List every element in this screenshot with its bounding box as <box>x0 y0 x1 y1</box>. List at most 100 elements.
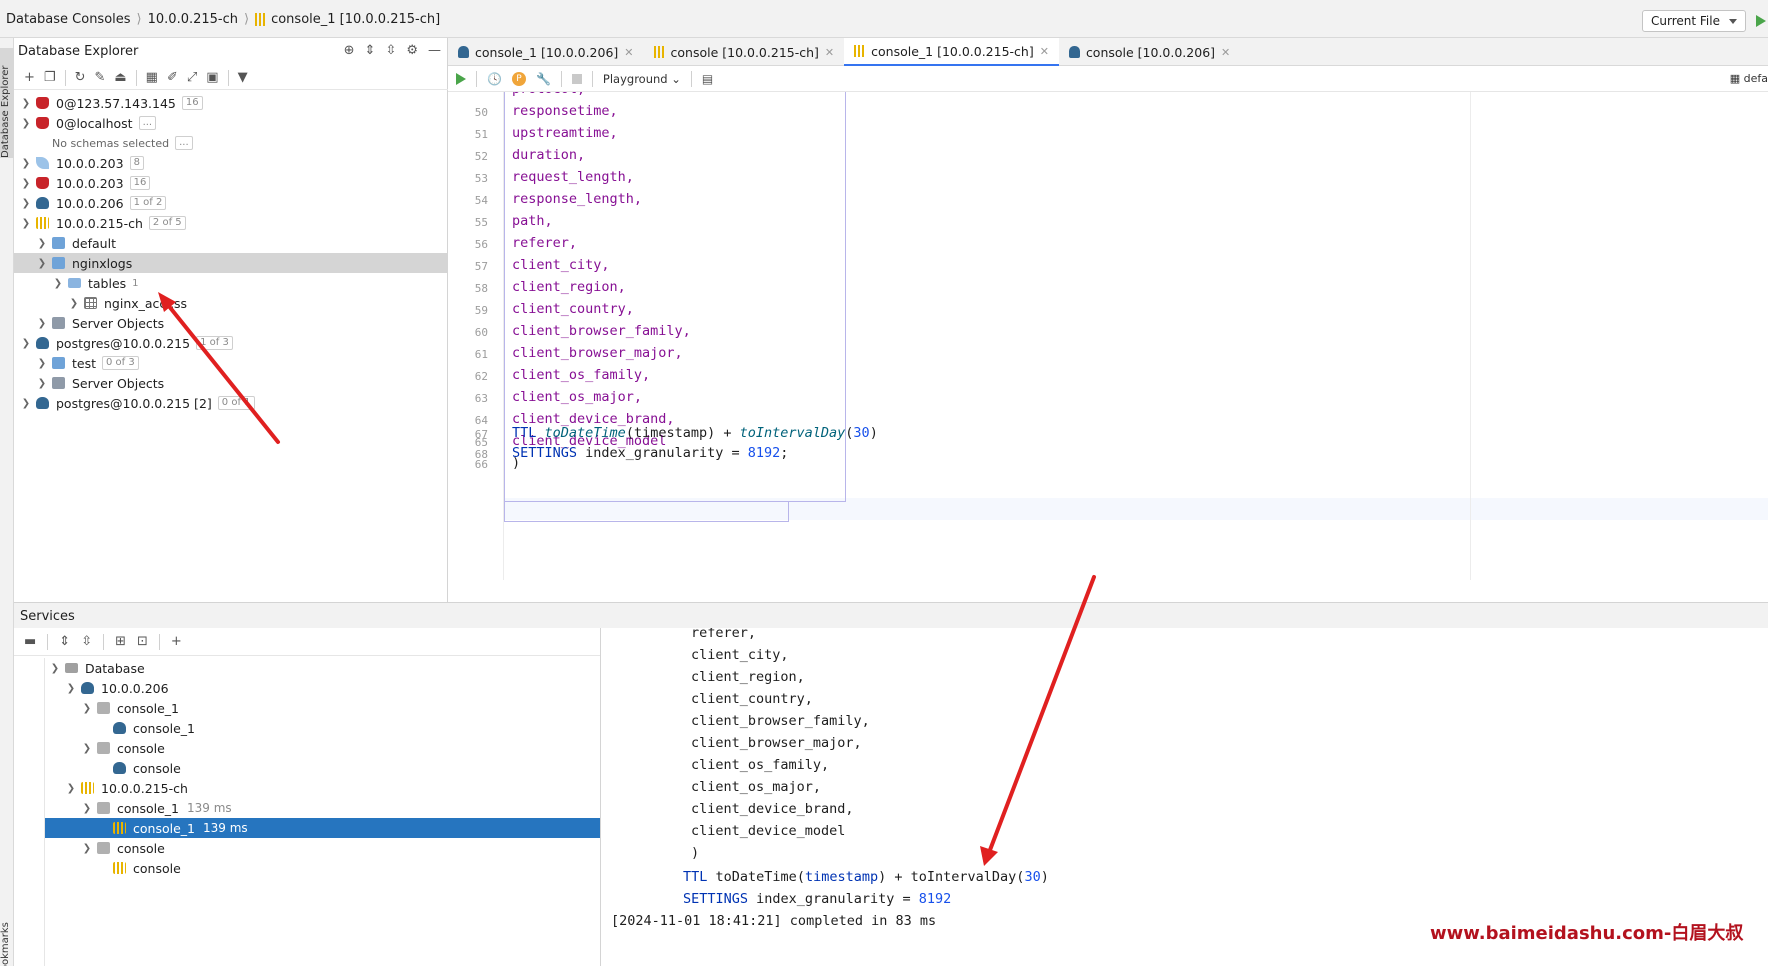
add-service-icon[interactable]: + <box>171 634 182 649</box>
expand-all-icon[interactable]: ⇕ <box>59 634 70 649</box>
tree-node-table-nginx-access[interactable]: ❯ nginx_access <box>14 293 448 313</box>
tree-node-schema-nginxlogs[interactable]: ❯ nginxlogs <box>14 253 448 273</box>
chevron-down-icon[interactable]: ❯ <box>81 803 93 814</box>
sql-editor[interactable]: protocol,responsetime,upstreamtime,durat… <box>448 92 1768 580</box>
chevron-down-icon[interactable]: ❯ <box>81 703 93 714</box>
chevron-down-icon[interactable]: ❯ <box>52 278 64 289</box>
breadcrumb-item[interactable]: 10.0.0.215-ch <box>148 12 238 27</box>
service-node-console-selected[interactable]: console_1 139 ms <box>45 818 600 838</box>
chevron-down-icon[interactable]: ❯ <box>36 258 48 269</box>
layout-icon[interactable]: ▬ <box>24 634 36 649</box>
service-node-session[interactable]: ❯ console <box>45 738 600 758</box>
collapse-all-icon[interactable]: ⇳ <box>385 43 396 58</box>
chevron-down-icon[interactable]: ❯ <box>20 118 32 129</box>
expand-all-icon[interactable]: ⇕ <box>365 43 376 58</box>
chevron-down-icon[interactable]: ❯ <box>20 338 32 349</box>
services-panel-title: Services <box>14 602 1768 628</box>
service-node-session[interactable]: ❯ console_1 <box>45 698 600 718</box>
service-node-session[interactable]: ❯ console_1 139 ms <box>45 798 600 818</box>
chevron-right-icon[interactable]: ❯ <box>36 378 48 389</box>
tree-node-datasource[interactable]: ❯ 10.0.0.203 8 <box>14 153 448 173</box>
edit-properties-icon[interactable]: ✎ <box>94 70 105 85</box>
history-icon[interactable]: 🕓 <box>487 72 502 86</box>
tree-node-postgres[interactable]: ❯ 10.0.0.206 1 of 2 <box>14 193 448 213</box>
tree-node-redis-localhost[interactable]: ❯ 0@localhost ... <box>14 113 448 133</box>
editor-tab[interactable]: console [10.0.0.206] ✕ <box>1059 38 1240 66</box>
clickhouse-icon <box>854 45 866 57</box>
disconnect-icon[interactable]: ⏏ <box>114 70 126 85</box>
service-node-datasource[interactable]: ❯ 10.0.0.206 <box>45 678 600 698</box>
service-node-database[interactable]: ❯ Database <box>45 658 600 678</box>
jump-icon[interactable]: ⤢ <box>187 70 197 85</box>
new-tab-icon[interactable]: ⊡ <box>137 634 148 649</box>
bookmarks-tool-button[interactable]: Bookmarks <box>0 918 14 966</box>
service-node-console[interactable]: console <box>45 858 600 878</box>
close-icon[interactable]: ✕ <box>825 46 834 59</box>
chevron-right-icon[interactable]: ❯ <box>20 178 32 189</box>
run-icon[interactable] <box>1756 15 1766 27</box>
breadcrumb-item[interactable]: Database Consoles <box>6 12 131 27</box>
minimize-icon[interactable]: — <box>428 43 441 58</box>
service-node-datasource[interactable]: ❯ 10.0.0.215-ch <box>45 778 600 798</box>
tree-node-tables-folder[interactable]: ❯ tables 1 <box>14 273 448 293</box>
service-node-console[interactable]: console_1 <box>45 718 600 738</box>
edit-icon[interactable]: ✐ <box>167 70 178 85</box>
service-node-session[interactable]: ❯ console <box>45 838 600 858</box>
chevron-right-icon[interactable]: ❯ <box>20 158 32 169</box>
chevron-right-icon[interactable]: ❯ <box>20 398 32 409</box>
table-view-icon[interactable]: ▦ <box>146 70 158 85</box>
editor-tab[interactable]: console_1 [10.0.0.206] ✕ <box>448 38 644 66</box>
chevron-right-icon[interactable]: ❯ <box>36 318 48 329</box>
close-icon[interactable]: ✕ <box>1040 45 1049 58</box>
add-icon[interactable]: + <box>24 70 35 85</box>
run-configuration-select[interactable]: Current File <box>1642 10 1746 32</box>
tree-node-schema-test[interactable]: ❯ test 0 of 3 <box>14 353 448 373</box>
refresh-icon[interactable]: ↻ <box>75 70 86 85</box>
chevron-down-icon[interactable]: ❯ <box>49 663 61 674</box>
schema-selector[interactable]: ▦ defa <box>1730 72 1768 85</box>
table-icon[interactable]: ▤ <box>702 72 713 86</box>
chevron-right-icon[interactable]: ❯ <box>20 198 32 209</box>
chevron-right-icon[interactable]: ❯ <box>20 98 32 109</box>
gear-icon[interactable]: ⚙ <box>406 43 418 58</box>
console-icon[interactable]: ▣ <box>206 70 218 85</box>
tree-node-postgres[interactable]: ❯ postgres@10.0.0.215 1 of 3 <box>14 333 448 353</box>
chevron-right-icon[interactable]: ❯ <box>36 238 48 249</box>
redis-icon <box>36 177 49 189</box>
playground-mode-select[interactable]: Playground ⌄ <box>603 72 681 86</box>
database-explorer-tool-button[interactable]: Database Explorer <box>0 48 14 158</box>
editor-tab[interactable]: console [10.0.0.215-ch] ✕ <box>644 38 845 66</box>
tree-node-server-objects[interactable]: ❯ Server Objects <box>14 373 448 393</box>
line-number: 66 <box>474 458 488 471</box>
tree-node-postgres[interactable]: ❯ postgres@10.0.0.215 [2] 0 of 1 <box>14 393 448 413</box>
editor-tab-active[interactable]: console_1 [10.0.0.215-ch] ✕ <box>844 38 1059 66</box>
collapse-all-icon[interactable]: ⇳ <box>81 634 92 649</box>
tree-node-schema-default[interactable]: ❯ default <box>14 233 448 253</box>
close-icon[interactable]: ✕ <box>624 46 633 59</box>
output-console[interactable]: referer, client_city, client_region, client… <box>601 628 1768 966</box>
chevron-down-icon[interactable]: ❯ <box>65 783 77 794</box>
tree-node-clickhouse[interactable]: ❯ 10.0.0.215-ch 2 of 5 <box>14 213 448 233</box>
filter-icon[interactable]: ▼ <box>238 70 248 85</box>
chevron-down-icon[interactable]: ❯ <box>65 683 77 694</box>
tree-node-server-objects[interactable]: ❯ Server Objects <box>14 313 448 333</box>
chevron-down-icon[interactable]: ❯ <box>81 743 93 754</box>
folder-icon <box>68 278 81 288</box>
chevron-down-icon[interactable]: ❯ <box>20 218 32 229</box>
tree-node-redis[interactable]: ❯ 10.0.0.203 16 <box>14 173 448 193</box>
service-node-console[interactable]: console <box>45 758 600 778</box>
tree-node-redis[interactable]: ❯ 0@123.57.143.145 16 <box>14 93 448 113</box>
chevron-right-icon[interactable]: ❯ <box>68 298 80 309</box>
copy-icon[interactable]: ❐ <box>44 70 56 85</box>
group-by-icon[interactable]: ⊞ <box>115 634 126 649</box>
stop-icon[interactable] <box>571 73 582 84</box>
services-toolbar: ▬ ⇕ ⇳ ⊞ ⊡ + <box>14 628 600 656</box>
chevron-down-icon[interactable]: ❯ <box>81 843 93 854</box>
close-icon[interactable]: ✕ <box>1221 46 1230 59</box>
execute-icon[interactable] <box>456 72 466 85</box>
parameters-icon[interactable]: P <box>511 71 526 86</box>
chevron-right-icon[interactable]: ❯ <box>36 358 48 369</box>
wrench-icon[interactable]: 🔧 <box>536 72 551 86</box>
locate-icon[interactable]: ⊕ <box>344 43 355 58</box>
breadcrumb-item[interactable]: console_1 [10.0.0.215-ch] <box>271 12 440 27</box>
